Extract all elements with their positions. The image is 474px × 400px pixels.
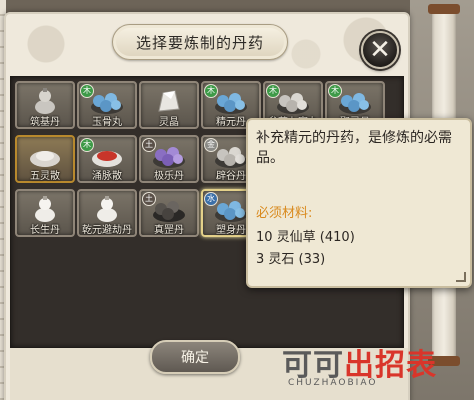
pill-icon bbox=[89, 195, 125, 223]
pill-icon bbox=[27, 141, 63, 169]
pill-slot[interactable]: 木涌脉散 bbox=[77, 135, 137, 183]
pill-icon bbox=[27, 195, 63, 223]
pill-slot[interactable]: 土极乐丹 bbox=[139, 135, 199, 183]
element-badge-icon: 土 bbox=[142, 192, 156, 206]
element-badge-icon: 水 bbox=[204, 192, 218, 206]
pill-slot[interactable]: 长生丹 bbox=[15, 189, 75, 237]
element-badge-icon: 土 bbox=[142, 138, 156, 152]
pill-slot[interactable]: 土真罡丹 bbox=[139, 189, 199, 237]
element-badge-icon: 木 bbox=[266, 84, 280, 98]
pill-icon bbox=[337, 87, 373, 115]
pill-tooltip: 补充精元的丹药，是修炼的必需品。 必须材料: 10 灵仙草 (410) 3 灵石… bbox=[246, 118, 472, 288]
confirm-button[interactable]: 确定 bbox=[150, 340, 240, 374]
pill-icon bbox=[213, 87, 249, 115]
pill-name: 涌脉散 bbox=[92, 171, 122, 182]
pill-icon bbox=[213, 141, 249, 169]
pill-name: 极乐丹 bbox=[154, 171, 184, 182]
pill-slot[interactable]: 五灵散 bbox=[15, 135, 75, 183]
element-badge-icon: 木 bbox=[80, 138, 94, 152]
pill-name: 长生丹 bbox=[30, 225, 60, 236]
dialog-title: 选择要炼制的丹药 bbox=[135, 33, 264, 52]
pill-name: 五灵散 bbox=[30, 171, 60, 182]
pill-icon bbox=[213, 195, 249, 223]
pill-icon bbox=[27, 87, 63, 115]
element-badge-icon: 金 bbox=[204, 138, 218, 152]
pill-icon bbox=[151, 87, 187, 115]
pill-name: 玉骨丸 bbox=[92, 117, 122, 128]
pill-icon bbox=[275, 87, 311, 115]
pill-icon bbox=[151, 195, 187, 223]
element-badge-icon: 木 bbox=[204, 84, 218, 98]
pill-slot[interactable]: 木玉骨丸 bbox=[77, 81, 137, 129]
pill-description: 补充精元的丹药，是修炼的必需品。 bbox=[256, 130, 452, 166]
pill-name: 筑基丹 bbox=[30, 117, 60, 128]
pill-slot[interactable]: 筑基丹 bbox=[15, 81, 75, 129]
pill-slot[interactable]: 乾元避劫丹 bbox=[77, 189, 137, 237]
confirm-label: 确定 bbox=[181, 350, 209, 366]
close-button[interactable]: ✕ bbox=[361, 31, 399, 69]
pill-name: 灵晶 bbox=[159, 117, 179, 128]
material-item: 10 灵仙草 (410) bbox=[256, 230, 355, 245]
element-badge-icon: 木 bbox=[328, 84, 342, 98]
game-screen: 选择要炼制的丹药 ✕ 筑基丹木玉骨丸灵晶木精元丹木参芝九窍丸木聚灵丹五灵散木涌脉… bbox=[0, 0, 474, 400]
required-materials-title: 必须材料: bbox=[256, 206, 313, 221]
pill-name: 乾元避劫丹 bbox=[82, 225, 132, 236]
close-icon: ✕ bbox=[369, 35, 391, 65]
dialog-title-plate: 选择要炼制的丹药 bbox=[112, 24, 288, 60]
resize-corner-icon bbox=[456, 272, 466, 282]
pill-icon bbox=[89, 141, 125, 169]
pill-name: 真罡丹 bbox=[154, 225, 184, 236]
element-badge-icon: 木 bbox=[80, 84, 94, 98]
watermark: 可可出招表 CHUZHAOBIAO bbox=[282, 340, 472, 396]
material-item: 3 灵石 (33) bbox=[256, 252, 326, 267]
pill-slot[interactable]: 灵晶 bbox=[139, 81, 199, 129]
pill-icon bbox=[89, 87, 125, 115]
pill-icon bbox=[151, 141, 187, 169]
watermark-sub: CHUZHAOBIAO bbox=[288, 378, 378, 388]
